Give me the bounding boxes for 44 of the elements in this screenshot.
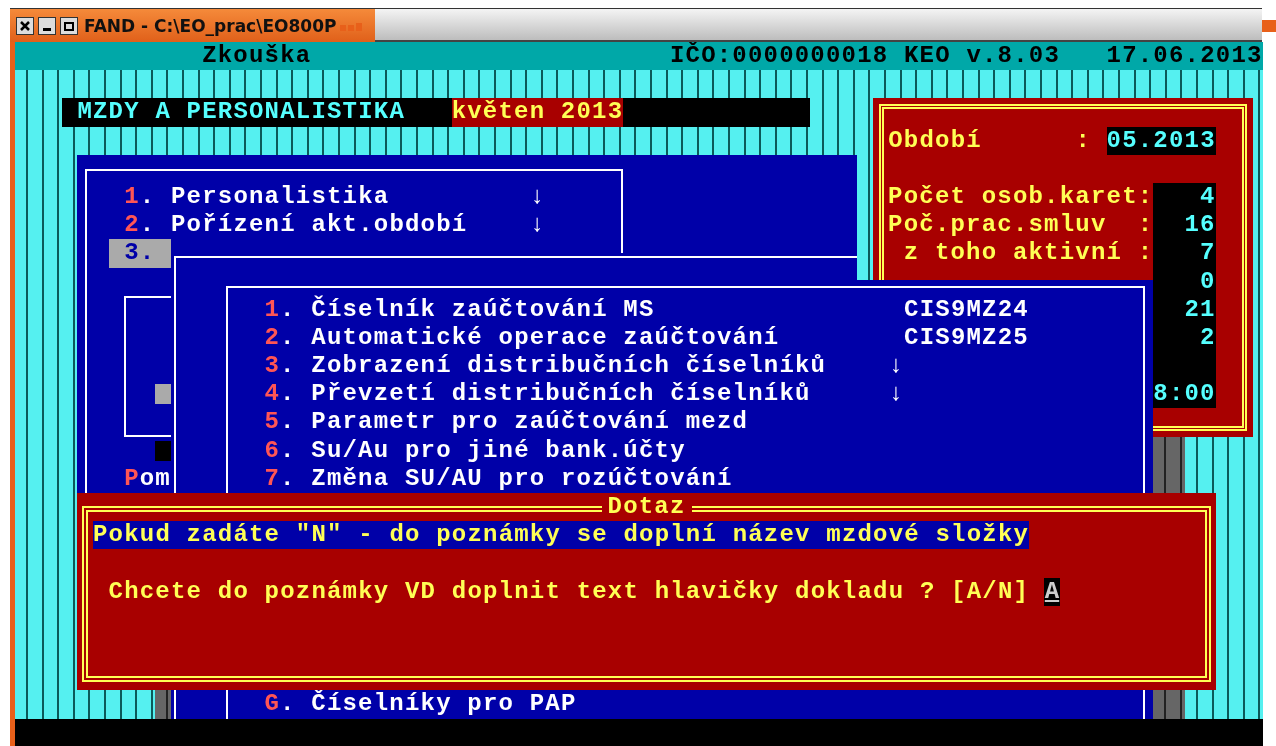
menu-item[interactable]: 7. Změna SU/AU pro rozúčtování	[264, 464, 733, 493]
info-label: Poč.prac.smluv :	[888, 211, 1154, 240]
maximize-button[interactable]	[60, 16, 78, 35]
menu-item[interactable]: 4. Převzetí distribučních číselníků ↓	[264, 380, 905, 409]
date-text: 17.06.2013	[1106, 42, 1263, 71]
module-title: MZDY A PERSONALISTIKA	[77, 98, 406, 127]
scroll-thumb	[155, 384, 171, 405]
window-shadow	[1153, 436, 1185, 493]
menu-item[interactable]: 3.	[108, 239, 171, 268]
cursor-block	[155, 440, 171, 461]
info-value: 21	[1184, 295, 1216, 324]
menu-item[interactable]: G. Číselníky pro PAP	[264, 690, 577, 719]
close-icon	[19, 19, 31, 32]
answer-field[interactable]: A	[1044, 577, 1060, 606]
info-value: 4	[1200, 182, 1216, 212]
close-button[interactable]	[16, 16, 34, 35]
period-text: květen 2013	[451, 98, 624, 127]
menu-item[interactable]: 5. Parametr pro zaúčtování mezd	[264, 408, 749, 437]
period-label: Období	[888, 126, 982, 155]
window-title: FAND - C:\EO_prac\EO800P	[84, 15, 337, 36]
minimize-button[interactable]	[38, 16, 56, 35]
menu-item[interactable]: 3. Zobrazení distribučních číselníků ↓	[264, 352, 905, 381]
company-info: IČO:0000000018 KEO v.8.03	[669, 42, 1060, 71]
question-text: Chcete do poznámky VD doplnit text hlavičky dokladu ? [A/N]	[108, 577, 1030, 606]
minimize-icon	[43, 28, 51, 31]
info-label: Počet osob.karet:	[888, 182, 1154, 212]
info-value: 7	[1200, 239, 1216, 268]
menu-item[interactable]: 2. Pořízení akt.období ↓	[108, 211, 561, 240]
period-value: 05.2013	[1106, 126, 1216, 155]
info-value: 0	[1200, 267, 1216, 296]
menu-item[interactable]: 1. Číselník zaúčtování MS CIS9MZ24	[264, 295, 1029, 324]
window-shadow	[155, 690, 171, 719]
hint-text: Pokud zadáte "N" - do poznámky se doplní název mzdové složky	[92, 521, 1030, 550]
info-value: 16	[1184, 211, 1216, 240]
screen-title: Zkouška	[202, 42, 312, 71]
menu-item[interactable]: 6. Su/Au pro jiné bank.účty	[264, 436, 686, 465]
menu-item[interactable]: 1. Personalistika ↓	[108, 182, 561, 212]
separator-text: :	[1075, 126, 1091, 155]
menu-item[interactable]: 2. Automatické operace zaúčtování CIS9MZ25	[264, 323, 1029, 353]
window-shadow	[1153, 690, 1185, 719]
maximize-icon	[63, 19, 75, 32]
info-value: 2	[1200, 323, 1216, 353]
info-value: 8:00	[1153, 380, 1216, 409]
info-label: z toho aktivní :	[903, 239, 1154, 268]
